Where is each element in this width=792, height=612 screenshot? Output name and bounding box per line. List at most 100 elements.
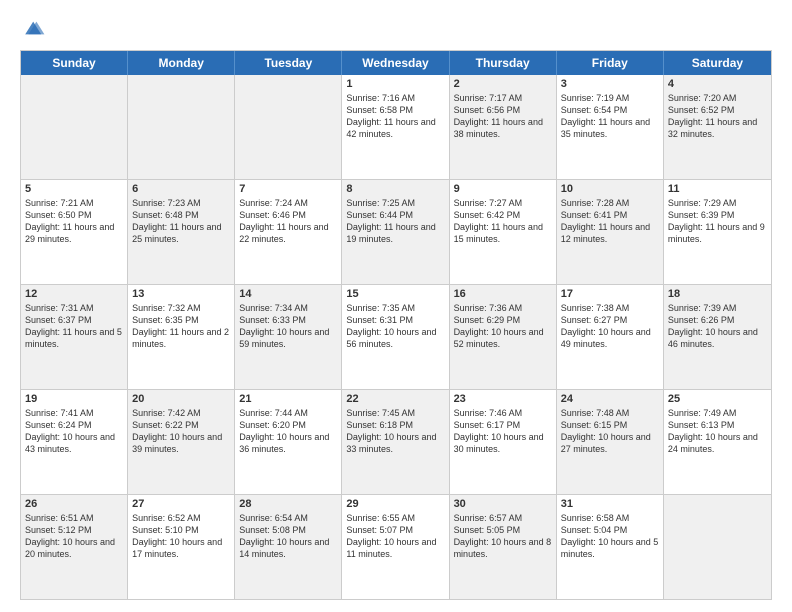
calendar-header: SundayMondayTuesdayWednesdayThursdayFrid… — [21, 51, 771, 75]
day-20: 20 Sunrise: 7:42 AM Sunset: 6:22 PM Dayli… — [128, 390, 235, 494]
day-text-5: Sunrise: 7:21 AM Sunset: 6:50 PM Dayligh… — [25, 197, 123, 246]
day-number-23: 23 — [454, 393, 552, 405]
day-28: 28Sunrise: 6:54 AM Sunset: 5:08 PM Dayli… — [235, 495, 342, 599]
day-number-14: 14 — [239, 288, 337, 300]
day-19: 19Sunrise: 7:41 AM Sunset: 6:24 PM Dayli… — [21, 390, 128, 494]
day-number-20: 20 — [132, 393, 230, 405]
header-friday: Friday — [557, 51, 664, 75]
week-row-4: 19Sunrise: 7:41 AM Sunset: 6:24 PM Dayli… — [21, 389, 771, 494]
day-number-25: 25 — [668, 393, 767, 405]
day-text-22: Sunrise: 7:45 AM Sunset: 6:18 PM Dayligh… — [346, 407, 444, 456]
day-26: 26Sunrise: 6:51 AM Sunset: 5:12 PM Dayli… — [21, 495, 128, 599]
day-number-29: 29 — [346, 498, 444, 510]
day-text-21: Sunrise: 7:44 AM Sunset: 6:20 PM Dayligh… — [239, 407, 337, 456]
day-text-30: Sunrise: 6:57 AM Sunset: 5:05 PM Dayligh… — [454, 512, 552, 561]
day-23: 23 Sunrise: 7:46 AM Sunset: 6:17 PM Dayli… — [450, 390, 557, 494]
day-text-27: Sunrise: 6:52 AM Sunset: 5:10 PM Dayligh… — [132, 512, 230, 561]
day-number-5: 5 — [25, 183, 123, 195]
header-sunday: Sunday — [21, 51, 128, 75]
day-29: 29Sunrise: 6:55 AM Sunset: 5:07 PM Dayli… — [342, 495, 449, 599]
day-text-14: Sunrise: 7:34 AM Sunset: 6:33 PM Dayligh… — [239, 302, 337, 351]
day-number-13: 13 — [132, 288, 230, 300]
day-number-15: 15 — [346, 288, 444, 300]
day-number-12: 12 — [25, 288, 123, 300]
day-text-24: Sunrise: 7:48 AM Sunset: 6:15 PM Dayligh… — [561, 407, 659, 456]
day-text-31: Sunrise: 6:58 AM Sunset: 5:04 PM Dayligh… — [561, 512, 659, 561]
day-14: 14 Sunrise: 7:34 AM Sunset: 6:33 PM Dayli… — [235, 285, 342, 389]
day-number-24: 24 — [561, 393, 659, 405]
day-22: 22 Sunrise: 7:45 AM Sunset: 6:18 PM Dayli… — [342, 390, 449, 494]
day-text-3: Sunrise: 7:19 AM Sunset: 6:54 PM Dayligh… — [561, 92, 659, 141]
day-9: 9 Sunrise: 7:27 AM Sunset: 6:42 PM Daylig… — [450, 180, 557, 284]
day-text-9: Sunrise: 7:27 AM Sunset: 6:42 PM Dayligh… — [454, 197, 552, 246]
day-15: 15 Sunrise: 7:35 AM Sunset: 6:31 PM Dayli… — [342, 285, 449, 389]
page: SundayMondayTuesdayWednesdayThursdayFrid… — [0, 0, 792, 612]
calendar-body: 1 Sunrise: 7:16 AM Sunset: 6:58 PM Daylig… — [21, 75, 771, 599]
day-number-6: 6 — [132, 183, 230, 195]
day-24: 24 Sunrise: 7:48 AM Sunset: 6:15 PM Dayli… — [557, 390, 664, 494]
day-number-7: 7 — [239, 183, 337, 195]
day-number-26: 26 — [25, 498, 123, 510]
day-number-1: 1 — [346, 78, 444, 90]
header-tuesday: Tuesday — [235, 51, 342, 75]
day-2: 2 Sunrise: 7:17 AM Sunset: 6:56 PM Daylig… — [450, 75, 557, 179]
day-number-28: 28 — [239, 498, 337, 510]
header-thursday: Thursday — [450, 51, 557, 75]
day-30: 30 Sunrise: 6:57 AM Sunset: 5:05 PM Dayli… — [450, 495, 557, 599]
day-text-17: Sunrise: 7:38 AM Sunset: 6:27 PM Dayligh… — [561, 302, 659, 351]
day-text-4: Sunrise: 7:20 AM Sunset: 6:52 PM Dayligh… — [668, 92, 767, 141]
day-31: 31Sunrise: 6:58 AM Sunset: 5:04 PM Dayli… — [557, 495, 664, 599]
header — [20, 16, 772, 40]
day-text-15: Sunrise: 7:35 AM Sunset: 6:31 PM Dayligh… — [346, 302, 444, 351]
day-8: 8 Sunrise: 7:25 AM Sunset: 6:44 PM Daylig… — [342, 180, 449, 284]
day-text-11: Sunrise: 7:29 AM Sunset: 6:39 PM Dayligh… — [668, 197, 767, 246]
day-number-18: 18 — [668, 288, 767, 300]
day-text-1: Sunrise: 7:16 AM Sunset: 6:58 PM Dayligh… — [346, 92, 444, 141]
header-wednesday: Wednesday — [342, 51, 449, 75]
day-27: 27 Sunrise: 6:52 AM Sunset: 5:10 PM Dayli… — [128, 495, 235, 599]
day-text-7: Sunrise: 7:24 AM Sunset: 6:46 PM Dayligh… — [239, 197, 337, 246]
day-text-6: Sunrise: 7:23 AM Sunset: 6:48 PM Dayligh… — [132, 197, 230, 246]
day-10: 10Sunrise: 7:28 AM Sunset: 6:41 PM Dayli… — [557, 180, 664, 284]
day-5: 5 Sunrise: 7:21 AM Sunset: 6:50 PM Daylig… — [21, 180, 128, 284]
day-text-20: Sunrise: 7:42 AM Sunset: 6:22 PM Dayligh… — [132, 407, 230, 456]
day-number-2: 2 — [454, 78, 552, 90]
day-11: 11 Sunrise: 7:29 AM Sunset: 6:39 PM Dayli… — [664, 180, 771, 284]
day-18: 18 Sunrise: 7:39 AM Sunset: 6:26 PM Dayli… — [664, 285, 771, 389]
day-4: 4 Sunrise: 7:20 AM Sunset: 6:52 PM Daylig… — [664, 75, 771, 179]
day-number-10: 10 — [561, 183, 659, 195]
day-number-17: 17 — [561, 288, 659, 300]
day-number-27: 27 — [132, 498, 230, 510]
day-number-9: 9 — [454, 183, 552, 195]
week-row-1: 1 Sunrise: 7:16 AM Sunset: 6:58 PM Daylig… — [21, 75, 771, 179]
day-3: 3 Sunrise: 7:19 AM Sunset: 6:54 PM Daylig… — [557, 75, 664, 179]
day-1: 1 Sunrise: 7:16 AM Sunset: 6:58 PM Daylig… — [342, 75, 449, 179]
day-text-13: Sunrise: 7:32 AM Sunset: 6:35 PM Dayligh… — [132, 302, 230, 351]
header-saturday: Saturday — [664, 51, 771, 75]
day-number-11: 11 — [668, 183, 767, 195]
day-number-21: 21 — [239, 393, 337, 405]
header-monday: Monday — [128, 51, 235, 75]
day-text-25: Sunrise: 7:49 AM Sunset: 6:13 PM Dayligh… — [668, 407, 767, 456]
day-21: 21 Sunrise: 7:44 AM Sunset: 6:20 PM Dayli… — [235, 390, 342, 494]
week-row-5: 26Sunrise: 6:51 AM Sunset: 5:12 PM Dayli… — [21, 494, 771, 599]
day-number-30: 30 — [454, 498, 552, 510]
day-text-18: Sunrise: 7:39 AM Sunset: 6:26 PM Dayligh… — [668, 302, 767, 351]
day-number-4: 4 — [668, 78, 767, 90]
week-row-2: 5 Sunrise: 7:21 AM Sunset: 6:50 PM Daylig… — [21, 179, 771, 284]
day-text-2: Sunrise: 7:17 AM Sunset: 6:56 PM Dayligh… — [454, 92, 552, 141]
logo — [20, 16, 46, 40]
empty-cell — [235, 75, 342, 179]
day-7: 7 Sunrise: 7:24 AM Sunset: 6:46 PM Daylig… — [235, 180, 342, 284]
day-text-16: Sunrise: 7:36 AM Sunset: 6:29 PM Dayligh… — [454, 302, 552, 351]
day-number-8: 8 — [346, 183, 444, 195]
day-6: 6 Sunrise: 7:23 AM Sunset: 6:48 PM Daylig… — [128, 180, 235, 284]
logo-icon — [22, 16, 46, 40]
day-13: 13 Sunrise: 7:32 AM Sunset: 6:35 PM Dayli… — [128, 285, 235, 389]
day-text-23: Sunrise: 7:46 AM Sunset: 6:17 PM Dayligh… — [454, 407, 552, 456]
day-text-12: Sunrise: 7:31 AM Sunset: 6:37 PM Dayligh… — [25, 302, 123, 351]
day-number-3: 3 — [561, 78, 659, 90]
day-number-22: 22 — [346, 393, 444, 405]
day-text-8: Sunrise: 7:25 AM Sunset: 6:44 PM Dayligh… — [346, 197, 444, 246]
day-16: 16Sunrise: 7:36 AM Sunset: 6:29 PM Dayli… — [450, 285, 557, 389]
